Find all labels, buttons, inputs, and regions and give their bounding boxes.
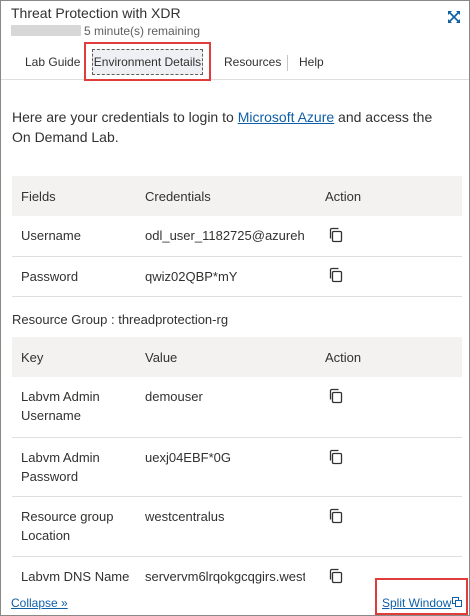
tab-resources[interactable]: Resources (224, 44, 281, 80)
panel-footer: Collapse » Split Window (1, 588, 469, 615)
split-window-link[interactable]: Split Window (382, 596, 451, 610)
intro-text: Here are your credentials to login to Mi… (12, 107, 452, 147)
resource-group-header-row: Key Value Action (12, 337, 462, 377)
table-row: Resource group Location westcentralus (12, 496, 462, 556)
table-row: Labvm Admin Password uexj04EBF*0G (12, 437, 462, 496)
credentials-table: Fields Credentials Action Username odl_u… (12, 176, 462, 297)
field-password: Password (21, 268, 79, 284)
tab-help[interactable]: Help (299, 44, 324, 80)
location-value: westcentralus (145, 508, 225, 524)
key-labvm-admin-password: Labvm Admin Password (21, 449, 100, 484)
field-username: Username (21, 228, 81, 244)
expand-icon[interactable] (447, 10, 461, 24)
table-row: Labvm Admin Username demouser (12, 377, 462, 437)
credentials-header-row: Fields Credentials Action (12, 176, 462, 216)
header-key: Key (21, 349, 44, 365)
intro-before: Here are your credentials to login to (12, 109, 238, 125)
username-value: odl_user_1182725@azurehol (145, 228, 305, 244)
header-credentials: Credentials (145, 188, 211, 204)
key-labvm-admin-username: Labvm Admin Username (21, 389, 100, 423)
collapse-link[interactable]: Collapse » (11, 596, 68, 610)
copy-admin-username-icon[interactable] (328, 388, 344, 404)
copy-password-icon[interactable] (328, 267, 344, 283)
tab-environment-details-label: Environment Details (92, 49, 203, 75)
microsoft-azure-link[interactable]: Microsoft Azure (238, 109, 334, 125)
header-value: Value (145, 349, 178, 365)
key-resource-group-location: Resource group Location (21, 508, 114, 543)
time-remaining: 5 minute(s) remaining (11, 24, 200, 38)
header-action: Action (325, 349, 362, 365)
resource-group-title: Resource Group : threadprotection-rg (12, 312, 229, 327)
admin-username-value: demouser (145, 389, 203, 404)
table-row: Password qwiz02QBP*mY (12, 256, 462, 296)
table-row: Username odl_user_1182725@azurehol (12, 216, 462, 256)
lab-panel: Threat Protection with XDR 5 minute(s) r… (0, 0, 470, 616)
dns-name-value: servervm6lrqokgcqgirs.westc (145, 568, 305, 584)
tab-environment-details[interactable]: Environment Details (88, 44, 207, 80)
copy-location-icon[interactable] (328, 508, 344, 524)
copy-dns-name-icon[interactable] (328, 568, 344, 584)
environment-details-content: Here are your credentials to login to Mi… (1, 81, 469, 588)
redacted-time (11, 25, 81, 36)
header-fields: Fields (21, 188, 56, 204)
tab-divider (287, 55, 288, 71)
admin-password-value: uexj04EBF*0G (145, 449, 231, 465)
lab-title: Threat Protection with XDR (11, 5, 181, 21)
key-labvm-dns-name: Labvm DNS Name (21, 568, 130, 584)
header-action: Action (325, 188, 362, 204)
tab-lab-guide[interactable]: Lab Guide (25, 44, 80, 80)
copy-admin-password-icon[interactable] (328, 449, 344, 465)
password-value: qwiz02QBP*mY (145, 268, 238, 284)
tab-bar: Lab Guide Environment Details Resources … (1, 44, 469, 80)
panel-header: Threat Protection with XDR 5 minute(s) r… (1, 1, 469, 43)
resource-group-table: Key Value Action Labvm Admin Username de… (12, 337, 462, 588)
copy-username-icon[interactable] (328, 227, 344, 243)
table-row: Labvm DNS Name servervm6lrqokgcqgirs.wes… (12, 556, 462, 588)
split-window-icon[interactable] (452, 597, 462, 607)
time-remaining-text: 5 minute(s) remaining (84, 24, 201, 38)
